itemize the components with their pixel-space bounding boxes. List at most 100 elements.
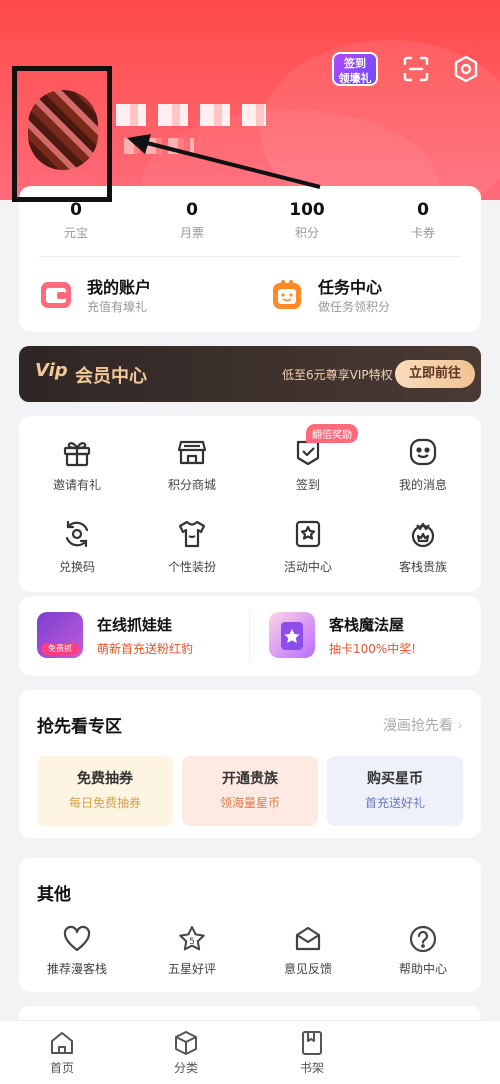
grid-label: 个性装扮	[167, 560, 216, 574]
grid-label: 客栈贵族	[398, 560, 447, 574]
stat-coupons[interactable]: 0 卡券	[378, 200, 468, 241]
magic-house-promo[interactable]: 客栈魔法屋 抽卡100%中奖!	[269, 610, 469, 664]
card-star-icon	[281, 622, 303, 650]
username-redacted	[116, 104, 266, 126]
grid-item-dress-up[interactable]: 个性装扮	[137, 518, 247, 575]
grid-label: 活动中心	[283, 560, 332, 574]
feature-subtitle: 充值有壕礼	[87, 300, 148, 314]
promo-subtitle: 抽卡100%中奖!	[329, 642, 417, 656]
divider	[249, 610, 250, 662]
divider	[39, 256, 461, 257]
grid-label: 邀请有礼	[52, 478, 101, 492]
my-account-button[interactable]: 我的账户 充值有壕礼	[39, 274, 239, 318]
grid-item-nobility[interactable]: 客栈贵族	[368, 518, 478, 575]
redeem-icon	[65, 520, 89, 548]
home-icon	[51, 1032, 73, 1054]
settings-icon[interactable]	[451, 54, 481, 84]
stat-monthly-ticket[interactable]: 0 月票	[147, 200, 237, 241]
link-label: 漫画抢先看	[382, 718, 453, 734]
section-title: 抢先看专区	[37, 717, 122, 737]
annotation-box	[12, 66, 112, 202]
early-access-section: 抢先看专区 漫画抢先看 › 免费抽券 每日免费抽券 开通贵族 领海量星币 购买星…	[19, 690, 481, 838]
grid-item-messages[interactable]: 我的消息	[368, 436, 478, 493]
grid-item-invite[interactable]: 邀请有礼	[22, 436, 132, 493]
other-label: 五星好评	[167, 962, 216, 976]
task-center-button[interactable]: 任务中心 做任务领积分	[270, 274, 470, 318]
chevron-right-icon: ›	[457, 718, 463, 734]
buy-coins-tile[interactable]: 购买星币 首充送好礼	[327, 756, 463, 826]
tab-label: 书架	[299, 1061, 324, 1075]
nobility-tile[interactable]: 开通贵族 领海量星币	[182, 756, 318, 826]
stat-label: 积分	[294, 226, 319, 240]
tile-title: 购买星币	[367, 771, 423, 787]
stat-value: 0	[417, 200, 429, 220]
task-icon	[273, 280, 301, 309]
signin-reward-button[interactable]: 签到 领壕礼	[332, 52, 378, 86]
star-icon: 5	[179, 926, 205, 951]
grid-item-checkin[interactable]: 签到	[253, 436, 363, 493]
other-label: 帮助中心	[398, 962, 447, 976]
double-reward-badge: 翻倍奖励	[306, 424, 358, 443]
grid-label: 签到	[295, 478, 320, 492]
grid-label: 积分商城	[167, 478, 216, 492]
tab-home[interactable]: 首页	[22, 1029, 102, 1076]
crown-icon	[411, 522, 435, 548]
heart-icon	[63, 925, 91, 952]
promo-title: 客栈魔法屋	[329, 616, 405, 634]
vip-title: 会员中心	[75, 366, 147, 387]
help-center-button[interactable]: 帮助中心	[368, 924, 478, 977]
gift-icon	[63, 442, 91, 467]
store-icon	[177, 440, 207, 465]
help-icon	[409, 925, 437, 953]
claw-machine-promo[interactable]: 免费抓 在线抓娃娃 萌新首充送粉红豹	[37, 610, 237, 664]
vip-center-banner[interactable]: Vip 会员中心 低至6元尊享VIP特权 立即前往	[19, 346, 481, 402]
feedback-button[interactable]: 意见反馈	[253, 924, 363, 977]
feature-subtitle: 做任务领积分	[318, 300, 391, 314]
stat-value: 0	[70, 200, 82, 220]
promo-subtitle: 萌新首充送粉红豹	[97, 642, 194, 656]
signin-badge-label: 签到 领壕礼	[338, 57, 372, 85]
section-title: 其他	[37, 885, 71, 905]
free-tag: 免费抓	[41, 643, 79, 655]
vip-go-button[interactable]: 立即前往	[395, 360, 475, 388]
feature-title: 任务中心	[318, 278, 383, 297]
stat-yuanbao[interactable]: 0 元宝	[31, 200, 121, 241]
claw-machine-image: 免费抓	[37, 612, 83, 658]
annotation-arrow	[127, 134, 321, 189]
grid-item-activity-center[interactable]: 活动中心	[253, 518, 363, 575]
tile-subtitle: 每日免费抽券	[68, 796, 141, 810]
other-section: 其他 推荐漫客栈 5 五星好评 意见反馈 帮助中心	[19, 858, 481, 992]
stat-value: 0	[186, 200, 198, 220]
stat-label: 月票	[179, 226, 204, 240]
stat-label: 元宝	[63, 226, 88, 240]
stat-points[interactable]: 100 积分	[262, 200, 352, 241]
feedback-icon	[295, 926, 321, 951]
vip-description: 低至6元尊享VIP特权	[282, 368, 393, 382]
tile-title: 免费抽券	[77, 771, 133, 787]
free-voucher-tile[interactable]: 免费抽券 每日免费抽券	[37, 756, 173, 826]
other-label: 推荐漫客栈	[46, 962, 107, 976]
bookshelf-icon	[302, 1031, 322, 1055]
tile-title: 开通贵族	[222, 771, 278, 787]
grid-item-redeem-code[interactable]: 兑换码	[22, 518, 132, 575]
tab-label: 分类	[173, 1061, 198, 1075]
five-star-review-button[interactable]: 5 五星好评	[137, 924, 247, 977]
grid-label: 兑换码	[58, 560, 95, 574]
bottom-tab-bar: 首页 分类 书架	[0, 1020, 500, 1084]
recommend-app-button[interactable]: 推荐漫客栈	[22, 924, 132, 977]
scan-icon[interactable]	[401, 54, 431, 84]
comic-preview-link[interactable]: 漫画抢先看 ›	[383, 715, 463, 735]
other-label: 意见反馈	[283, 962, 332, 976]
tile-subtitle: 领海量星币	[219, 796, 280, 810]
tab-bookshelf[interactable]: 书架	[272, 1029, 352, 1076]
tile-subtitle: 首充送好礼	[364, 796, 425, 810]
feature-title: 我的账户	[87, 278, 152, 297]
stat-label: 卡券	[410, 226, 435, 240]
promo-card: 免费抓 在线抓娃娃 萌新首充送粉红豹 客栈魔法屋 抽卡100%中奖!	[19, 596, 481, 676]
activity-icon	[295, 520, 321, 548]
magic-house-image	[269, 612, 315, 658]
grid-item-points-mall[interactable]: 积分商城	[137, 436, 247, 493]
stat-value: 100	[289, 200, 325, 220]
vip-logo: Vip	[35, 360, 68, 381]
tab-category[interactable]: 分类	[146, 1029, 226, 1076]
